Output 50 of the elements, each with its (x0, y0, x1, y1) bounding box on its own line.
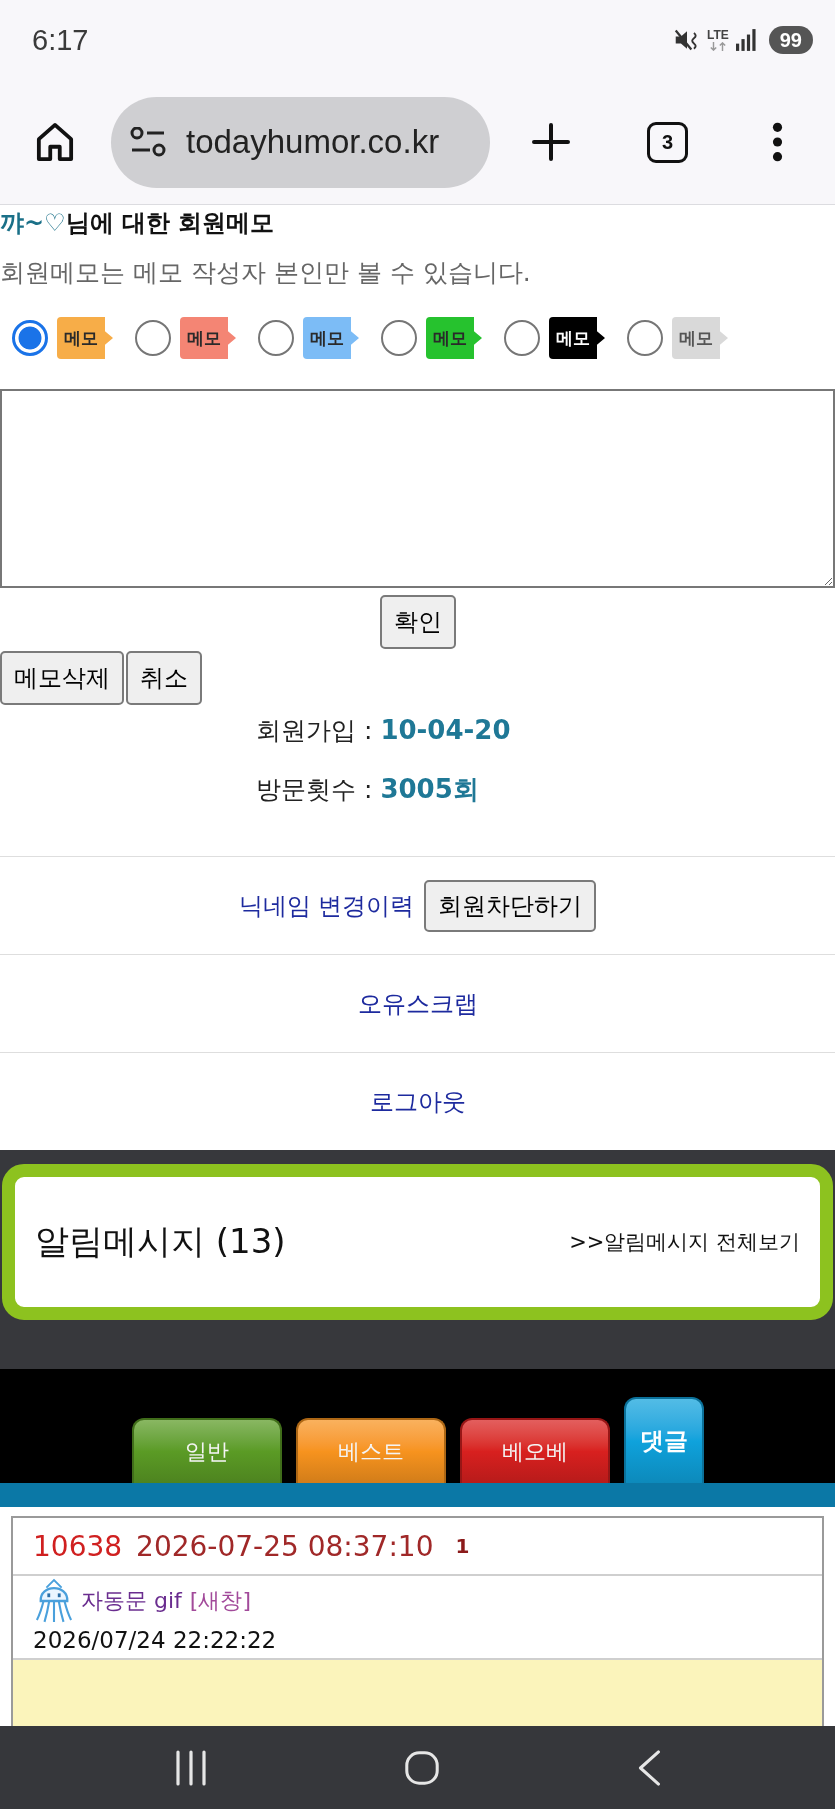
tab-count-button[interactable]: 3 (647, 121, 688, 163)
data-arrows-icon (708, 42, 727, 51)
menu-icon[interactable] (772, 121, 783, 163)
confirm-button[interactable]: 확인 (379, 595, 456, 649)
memo-notice: 회원메모는 메모 작성자 본인만 볼 수 있습니다. (0, 257, 531, 289)
nickname-history-link[interactable]: 닉네임 변경이력 (238, 889, 415, 922)
post-title-link[interactable]: 자동문 gif (81, 1586, 182, 1616)
address-bar[interactable]: todayhumor.co.kr (111, 96, 490, 188)
battery-badge: 99 (768, 26, 813, 54)
logout-link[interactable]: 로그아웃 (369, 1085, 466, 1118)
info-value: 3005회 (380, 772, 479, 806)
radio-button[interactable] (381, 320, 417, 356)
radio-button[interactable] (258, 320, 294, 356)
memo-input[interactable] (0, 389, 835, 588)
radio-button[interactable] (627, 320, 663, 356)
memo-tag: 메모 (549, 317, 605, 359)
radio-button[interactable] (12, 320, 48, 356)
comment-posted-time: 2026/07/24 22:22:22 (33, 1626, 277, 1655)
info-label: 방문횟수 : (256, 773, 373, 806)
info-label: 회원가입 : (256, 714, 373, 747)
three-lines-icon[interactable] (173, 1749, 208, 1786)
plus-icon[interactable] (532, 123, 570, 161)
rounded-square-icon[interactable] (404, 1749, 439, 1786)
squid-icon (35, 1578, 73, 1624)
muted-speaker-icon (673, 28, 700, 52)
memo-heading: 꺄~♡님에 대한 회원메모 (0, 208, 275, 239)
comment-count: 1 (455, 1534, 470, 1558)
status-time: 6:17 (32, 23, 89, 57)
memo-tag: 메모 (303, 317, 359, 359)
comment-datetime: 2026-07-25 08:37:10 (136, 1529, 434, 1563)
memo-tag: 메모 (57, 317, 113, 359)
new-window-link[interactable]: [새창] (189, 1586, 251, 1616)
memo-tag: 메모 (426, 317, 482, 359)
board-tab[interactable]: 베오베 (459, 1418, 610, 1483)
memo-tag: 메모 (672, 317, 728, 359)
scrap-link[interactable]: 오유스크랩 (357, 987, 478, 1020)
comment-number: 10638 (33, 1529, 123, 1563)
radio-button[interactable] (135, 320, 171, 356)
block-member-button[interactable]: 회원차단하기 (424, 879, 597, 932)
notification-title: 알림메시지 (13) (35, 1220, 286, 1263)
home-icon[interactable] (36, 122, 74, 162)
network-label: LTE (706, 29, 729, 41)
cancel-button[interactable]: 취소 (126, 651, 202, 705)
memo-tag: 메모 (180, 317, 236, 359)
tune-icon[interactable] (130, 127, 166, 157)
radio-button[interactable] (504, 320, 540, 356)
delete-memo-button[interactable]: 메모삭제 (0, 651, 124, 705)
signal-icon (735, 29, 756, 51)
info-value: 10-04-20 (380, 715, 511, 745)
view-all-link[interactable]: >>알림메시지 전체보기 (569, 1228, 800, 1256)
